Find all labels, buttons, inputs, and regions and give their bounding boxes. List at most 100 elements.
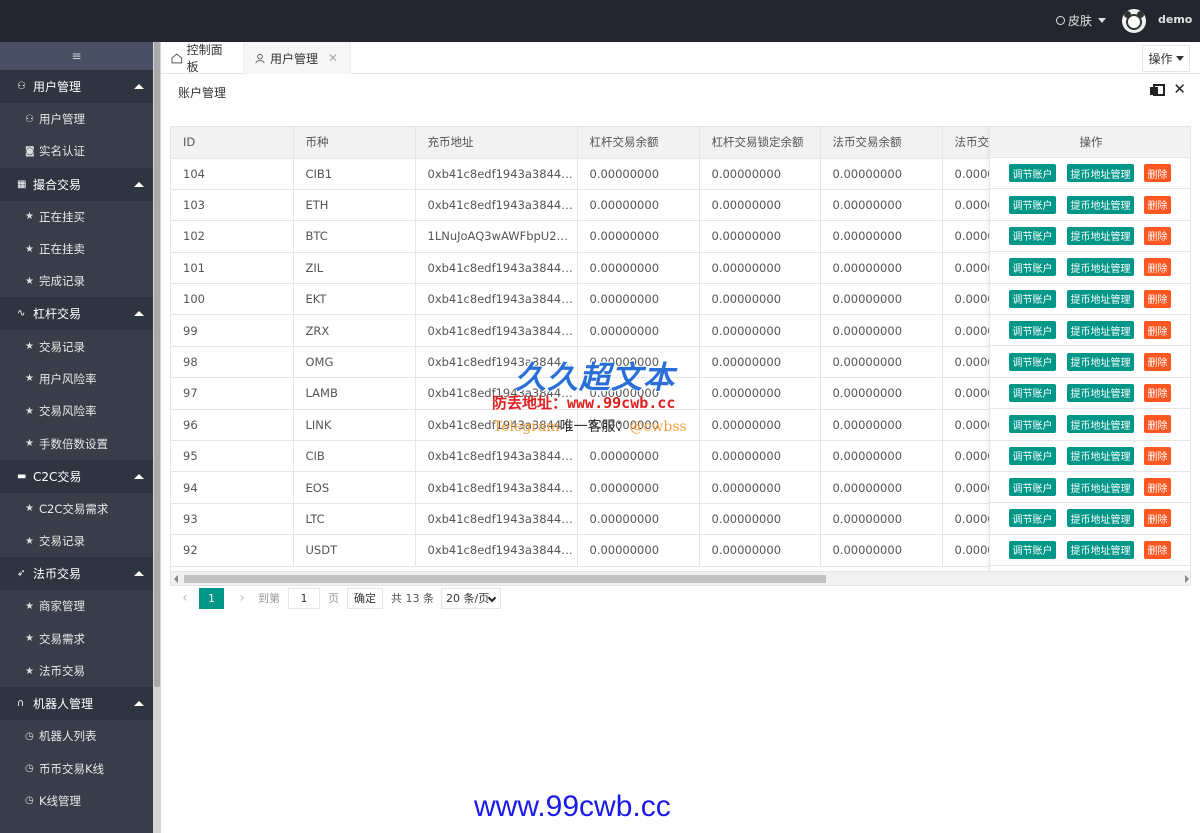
withdraw-address-button[interactable]: 提币地址管理 bbox=[1067, 540, 1134, 559]
sidebar-item[interactable]: ◷ K线管理 bbox=[0, 785, 153, 817]
adjust-account-button[interactable]: 调节账户 bbox=[1009, 258, 1056, 277]
withdraw-address-button[interactable]: 提币地址管理 bbox=[1067, 383, 1134, 402]
scroll-left-icon[interactable] bbox=[174, 575, 178, 583]
operations-dropdown[interactable]: 操作 bbox=[1142, 45, 1190, 72]
withdraw-address-button[interactable]: 提币地址管理 bbox=[1067, 478, 1134, 497]
star-icon: ★ bbox=[25, 373, 34, 385]
sidebar-item[interactable]: ★ C2C交易需求 bbox=[0, 493, 153, 525]
tab-user-management[interactable]: 用户管理 ✕ bbox=[244, 42, 351, 74]
table-cell: EOS bbox=[293, 471, 416, 504]
sidebar-item[interactable]: ★ 手数倍数设置 bbox=[0, 427, 153, 459]
sidebar-item[interactable]: ◙ 实名认证 bbox=[0, 135, 153, 167]
column-header[interactable]: 法币交易余额 bbox=[820, 127, 943, 159]
sidebar-group[interactable]: ▬ C2C交易 bbox=[0, 459, 153, 493]
delete-button[interactable]: 删除 bbox=[1144, 321, 1171, 340]
sidebar-item[interactable]: ★ 完成记录 bbox=[0, 265, 153, 297]
adjust-account-button[interactable]: 调节账户 bbox=[1009, 446, 1056, 465]
adjust-account-button[interactable]: 调节账户 bbox=[1009, 226, 1056, 245]
adjust-account-button[interactable]: 调节账户 bbox=[1009, 321, 1056, 340]
sidebar-scrollbar[interactable] bbox=[153, 42, 161, 833]
sidebar-group[interactable]: ∿ 杠杆交易 bbox=[0, 297, 153, 331]
sidebar-item[interactable]: ★ 交易风险率 bbox=[0, 395, 153, 427]
username[interactable]: demo bbox=[1158, 13, 1192, 26]
scroll-right-icon[interactable] bbox=[1185, 575, 1189, 583]
restore-window-icon[interactable] bbox=[1150, 84, 1166, 96]
sidebar-item[interactable]: ◷ 机器人列表 bbox=[0, 720, 153, 752]
delete-button[interactable]: 删除 bbox=[1144, 352, 1171, 371]
menu-toggle-icon[interactable]: ≡ bbox=[0, 42, 153, 70]
sidebar-item-label: 实名认证 bbox=[39, 144, 85, 159]
withdraw-address-button[interactable]: 提币地址管理 bbox=[1067, 289, 1134, 308]
column-header[interactable]: 充币地址 bbox=[415, 127, 578, 159]
sidebar-item[interactable]: ★ 交易记录 bbox=[0, 330, 153, 362]
withdraw-address-button[interactable]: 提币地址管理 bbox=[1067, 195, 1134, 214]
delete-button[interactable]: 删除 bbox=[1144, 195, 1171, 214]
withdraw-address-button[interactable]: 提币地址管理 bbox=[1067, 258, 1134, 277]
user-icon: ⚇ bbox=[17, 81, 26, 92]
adjust-account-button[interactable]: 调节账户 bbox=[1009, 383, 1056, 402]
withdraw-address-button[interactable]: 提币地址管理 bbox=[1067, 509, 1134, 528]
delete-button[interactable]: 删除 bbox=[1144, 258, 1171, 277]
sidebar-item[interactable]: ★ 正在挂卖 bbox=[0, 233, 153, 265]
sidebar-group[interactable]: ⚇ 用户管理 bbox=[0, 70, 153, 103]
close-icon[interactable]: ✕ bbox=[328, 51, 338, 65]
caret-up-icon bbox=[134, 84, 144, 89]
column-header[interactable]: 币种 bbox=[293, 127, 416, 159]
sidebar-item[interactable]: ★ 法币交易 bbox=[0, 655, 153, 687]
star-icon: ★ bbox=[25, 438, 34, 450]
delete-button[interactable]: 删除 bbox=[1144, 540, 1171, 559]
page-size-select[interactable]: 20 条/页 bbox=[441, 587, 501, 609]
caret-up-icon bbox=[134, 473, 144, 479]
delete-button[interactable]: 删除 bbox=[1144, 289, 1171, 308]
delete-button[interactable]: 删除 bbox=[1144, 164, 1171, 183]
column-header[interactable]: 杠杆交易余额 bbox=[577, 127, 700, 159]
column-header[interactable]: ID bbox=[171, 127, 294, 159]
horizontal-scrollbar[interactable] bbox=[171, 571, 1190, 585]
column-header[interactable]: 杠杆交易锁定余额 bbox=[699, 127, 821, 159]
prev-page-icon[interactable]: ‹ bbox=[175, 590, 195, 606]
sidebar-item[interactable]: ★ 交易需求 bbox=[0, 623, 153, 655]
withdraw-address-button[interactable]: 提币地址管理 bbox=[1067, 352, 1134, 371]
sidebar-item[interactable]: ◷ 币币交易K线 bbox=[0, 752, 153, 784]
withdraw-address-button[interactable]: 提币地址管理 bbox=[1067, 415, 1134, 434]
table-cell: 0.00000000 bbox=[820, 346, 943, 379]
delete-button[interactable]: 删除 bbox=[1144, 446, 1171, 465]
sidebar-group-label: 法币交易 bbox=[33, 567, 82, 582]
delete-button[interactable]: 删除 bbox=[1144, 415, 1171, 434]
close-icon[interactable]: ✕ bbox=[1173, 82, 1186, 97]
adjust-account-button[interactable]: 调节账户 bbox=[1009, 415, 1056, 434]
page-input[interactable]: 1 bbox=[288, 587, 320, 609]
scroll-thumb[interactable] bbox=[184, 575, 826, 583]
delete-button[interactable]: 删除 bbox=[1144, 478, 1171, 497]
sidebar-item[interactable]: ★ 交易记录 bbox=[0, 525, 153, 557]
actions-row: 调节账户 提币地址管理 删除 bbox=[990, 441, 1190, 472]
delete-button[interactable]: 删除 bbox=[1144, 509, 1171, 528]
delete-button[interactable]: 删除 bbox=[1144, 383, 1171, 402]
confirm-button[interactable]: 确定 bbox=[347, 587, 383, 609]
adjust-account-button[interactable]: 调节账户 bbox=[1009, 195, 1056, 214]
adjust-account-button[interactable]: 调节账户 bbox=[1009, 352, 1056, 371]
next-page-icon[interactable]: › bbox=[232, 590, 252, 606]
tab-dashboard[interactable]: 控制面板 bbox=[161, 42, 244, 74]
delete-button[interactable]: 删除 bbox=[1144, 226, 1171, 245]
adjust-account-button[interactable]: 调节账户 bbox=[1009, 164, 1056, 183]
withdraw-address-button[interactable]: 提币地址管理 bbox=[1067, 164, 1134, 183]
sidebar-group[interactable]: ∩ 机器人管理 bbox=[0, 687, 153, 721]
adjust-account-button[interactable]: 调节账户 bbox=[1009, 478, 1056, 497]
avatar[interactable] bbox=[1122, 9, 1146, 33]
clock-icon: ◷ bbox=[25, 763, 34, 775]
adjust-account-button[interactable]: 调节账户 bbox=[1009, 509, 1056, 528]
withdraw-address-button[interactable]: 提币地址管理 bbox=[1067, 446, 1134, 465]
sidebar-item[interactable]: ★ 正在挂买 bbox=[0, 201, 153, 233]
sidebar-item[interactable]: ★ 商家管理 bbox=[0, 590, 153, 622]
page-current[interactable]: 1 bbox=[199, 587, 224, 609]
withdraw-address-button[interactable]: 提币地址管理 bbox=[1067, 226, 1134, 245]
sidebar-item[interactable]: ⚇ 用户管理 bbox=[0, 103, 153, 135]
adjust-account-button[interactable]: 调节账户 bbox=[1009, 540, 1056, 559]
adjust-account-button[interactable]: 调节账户 bbox=[1009, 289, 1056, 308]
skin-menu[interactable]: 皮肤 bbox=[1056, 12, 1107, 29]
sidebar-group[interactable]: ➶ 法币交易 bbox=[0, 557, 153, 591]
sidebar-item[interactable]: ★ 用户风险率 bbox=[0, 363, 153, 395]
withdraw-address-button[interactable]: 提币地址管理 bbox=[1067, 321, 1134, 340]
sidebar-group[interactable]: ▦ 撮合交易 bbox=[0, 167, 153, 201]
